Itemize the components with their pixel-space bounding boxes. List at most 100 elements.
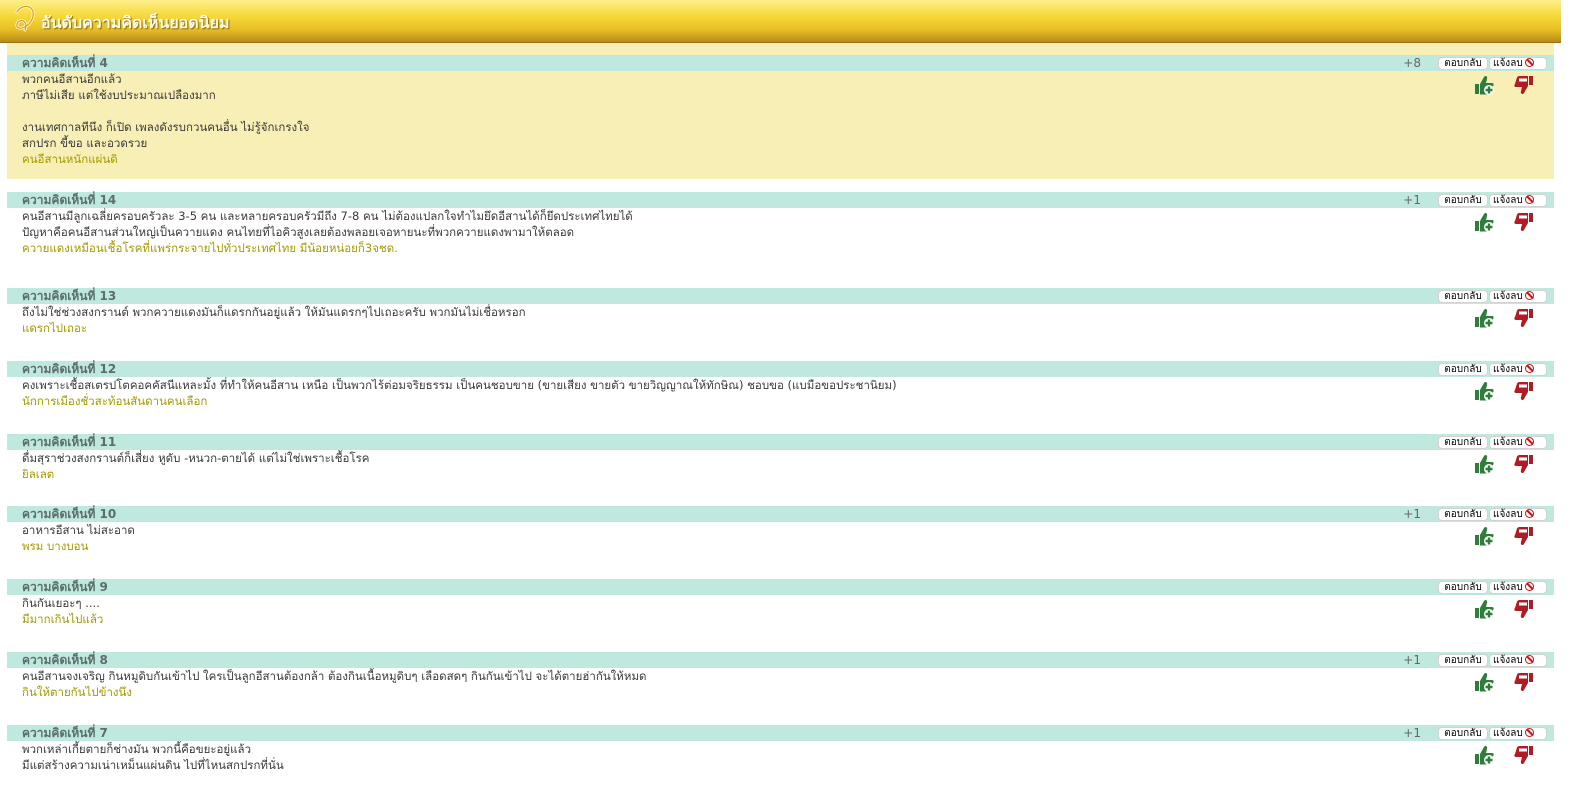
comment-number: ความคิดเห็นที่ 12 xyxy=(22,362,117,376)
comment-header-bar: ความคิดเห็นที่ 4 +8 ตอบกลับ แจ้งลบ xyxy=(7,55,1554,71)
comment-score: +1 xyxy=(1403,653,1421,667)
report-button[interactable]: แจ้งลบ xyxy=(1489,581,1547,594)
thumbs-up-plus-icon[interactable] xyxy=(1473,380,1495,402)
report-button[interactable]: แจ้งลบ xyxy=(1489,363,1547,376)
comment-body: คงเพราะเชื้อสเตรปโตคอคคัสนีแหละมั้ง ที่ท… xyxy=(22,377,1444,409)
comment-header-bar: ความคิดเห็นที่ 11 ตอบกลับ แจ้งลบ xyxy=(7,434,1554,450)
report-button[interactable]: แจ้งลบ xyxy=(1489,727,1547,740)
comment-text-line xyxy=(22,103,1444,119)
page-header: อันดับความคิดเห็นยอดนิยม xyxy=(0,0,1561,43)
comment-score: +1 xyxy=(1403,193,1421,207)
comment-author: แดรกไปเถอะ xyxy=(22,321,88,335)
reply-button[interactable]: ตอบกลับ xyxy=(1438,654,1488,667)
comment-author: กินให้ตายกันไปข้างนึง xyxy=(22,685,133,699)
comment-author: คนอีสานหนักแผ่นดิ xyxy=(22,152,118,166)
report-button[interactable]: แจ้งลบ xyxy=(1489,436,1547,449)
comment-header-bar: ความคิดเห็นที่ 10 +1 ตอบกลับ แจ้งลบ xyxy=(7,506,1554,522)
comment-item: ความคิดเห็นที่ 8 +1 ตอบกลับ แจ้งลบคนอีสานจง… xyxy=(7,637,1554,710)
thumbs-down-minus-icon[interactable] xyxy=(1513,453,1535,475)
reply-button[interactable]: ตอบกลับ xyxy=(1438,57,1488,70)
comment-header-bar: ความคิดเห็นที่ 9 ตอบกลับ แจ้งลบ xyxy=(7,579,1554,595)
prohibited-icon xyxy=(1524,728,1534,737)
report-label: แจ้งลบ xyxy=(1493,291,1523,302)
comment-body: อาหารอีสาน ไม่สะอาด พรม บางบอน xyxy=(22,522,1444,554)
reply-button[interactable]: ตอบกลับ xyxy=(1438,290,1488,303)
comment-author: นักการเมืองชั่วสะท้อนสันดานคนเลือก xyxy=(22,394,208,408)
thumbs-up-plus-icon[interactable] xyxy=(1473,211,1495,233)
comment-text-line: งานเทศกาลทีนึง ก็เปิด เพลงดังรบกวนคนอื่น… xyxy=(22,120,310,134)
thumbs-up-plus-icon[interactable] xyxy=(1473,307,1495,329)
comment-author: ควายแดงเหมือนเชื้อโรคที่แพร่กระจายไปทั่ว… xyxy=(22,241,398,255)
comment-item: ความคิดเห็นที่ 10 +1 ตอบกลับ แจ้งลบ อาหารอีส… xyxy=(7,492,1554,565)
thumbs-up-plus-icon[interactable] xyxy=(1473,74,1495,96)
comment-body: ดื่มสุราช่วงสงกรานต์ก็เสี่ยง หูดับ -หนวก… xyxy=(22,450,1444,482)
report-label: แจ้งลบ xyxy=(1493,655,1523,666)
comment-text-line: มีแต่สร้างความเน่าเหม็นแผ่นดิน ไปที่ไหนส… xyxy=(22,758,284,772)
comment-text-line: คนอีสานจงเจริญ กินหมูดิบกันเข้าไป ใครเป็… xyxy=(22,669,647,683)
prohibited-icon xyxy=(1524,291,1534,300)
comment-item: ความคิดเห็นที่ 12 ตอบกลับ แจ้งลบคงเพราะเชื… xyxy=(7,347,1554,420)
thumbs-down-minus-icon[interactable] xyxy=(1513,380,1535,402)
report-button[interactable]: แจ้งลบ xyxy=(1489,654,1547,667)
thumbs-up-plus-icon[interactable] xyxy=(1473,744,1495,766)
prohibited-icon xyxy=(1524,437,1534,446)
comment-header-bar: ความคิดเห็นที่ 12 ตอบกลับ แจ้งลบ xyxy=(7,361,1554,377)
comment-header-bar: ความคิดเห็นที่ 13 ตอบกลับ แจ้งลบ xyxy=(7,288,1554,304)
thumbs-up-plus-icon[interactable] xyxy=(1473,525,1495,547)
prohibited-icon xyxy=(1524,58,1534,67)
thumbs-down-minus-icon[interactable] xyxy=(1513,525,1535,547)
comment-number: ความคิดเห็นที่ 13 xyxy=(22,289,117,303)
report-label: แจ้งลบ xyxy=(1493,195,1523,206)
comment-text-line: คนอีสานมีลูกเฉลี่ยครอบครัวละ 3-5 คน และห… xyxy=(22,209,633,223)
comment-number: ความคิดเห็นที่ 11 xyxy=(22,435,117,449)
comment-item: ความคิดเห็นที่ 4 +8 ตอบกลับ แจ้งลบ พวกคนอีสา… xyxy=(7,43,1554,179)
comment-number: ความคิดเห็นที่ 7 xyxy=(22,726,108,740)
reply-button[interactable]: ตอบกลับ xyxy=(1438,436,1488,449)
comment-item: ความคิดเห็นที่ 11 ตอบกลับ แจ้งลบดื่มสุราช่… xyxy=(7,420,1554,492)
thumbs-up-plus-icon[interactable] xyxy=(1473,598,1495,620)
reply-button[interactable]: ตอบกลับ xyxy=(1438,508,1488,521)
report-label: แจ้งลบ xyxy=(1493,364,1523,375)
comment-number: ความคิดเห็นที่ 9 xyxy=(22,580,108,594)
thumbs-up-plus-icon[interactable] xyxy=(1473,671,1495,693)
thumbs-down-minus-icon[interactable] xyxy=(1513,598,1535,620)
comment-item: ความคิดเห็นที่ 13 ตอบกลับ แจ้งลบถึงไม่ใช่ช… xyxy=(7,275,1554,347)
report-label: แจ้งลบ xyxy=(1493,437,1523,448)
prohibited-icon xyxy=(1524,509,1534,518)
report-button[interactable]: แจ้งลบ xyxy=(1489,508,1547,521)
thumbs-down-minus-icon[interactable] xyxy=(1513,671,1535,693)
comment-text-line: ปัญหาคือคนอีสานส่วนใหญ่เป็นควายแดง คนไทย… xyxy=(22,225,575,239)
comment-text-line: พวกเหล่าเกี้ยตายก็ช่างมัน พวกนี้คือขยะอย… xyxy=(22,742,252,756)
comment-header-bar: ความคิดเห็นที่ 14 +1 ตอบกลับ แจ้งลบ xyxy=(7,192,1554,208)
reply-button[interactable]: ตอบกลับ xyxy=(1438,363,1488,376)
thumbs-down-minus-icon[interactable] xyxy=(1513,307,1535,329)
thumbs-down-minus-icon[interactable] xyxy=(1513,211,1535,233)
comment-header-bar: ความคิดเห็นที่ 7 +1 ตอบกลับ แจ้งลบ xyxy=(7,725,1554,741)
comment-score: +1 xyxy=(1403,726,1421,740)
reply-button[interactable]: ตอบกลับ xyxy=(1438,581,1488,594)
comment-number: ความคิดเห็นที่ 8 xyxy=(22,653,108,667)
report-button[interactable]: แจ้งลบ xyxy=(1489,290,1547,303)
report-label: แจ้งลบ xyxy=(1493,582,1523,593)
page-title: อันดับความคิดเห็นยอดนิยม xyxy=(41,13,230,32)
comment-number: ความคิดเห็นที่ 10 xyxy=(22,507,117,521)
comment-item: ความคิดเห็นที่ 9 ตอบกลับ แจ้งลบ กินกันเยอะๆ… xyxy=(7,565,1554,637)
comment-text-line: ถึงไม่ใช่ช่วงสงกรานต์ พวกควายแดงมันก็แดร… xyxy=(22,305,526,319)
report-button[interactable]: แจ้งลบ xyxy=(1489,57,1547,70)
report-label: แจ้งลบ xyxy=(1493,58,1523,69)
comment-number: ความคิดเห็นที่ 14 xyxy=(22,193,117,207)
report-button[interactable]: แจ้งลบ xyxy=(1489,194,1547,207)
thumbs-down-minus-icon[interactable] xyxy=(1513,744,1535,766)
thumbs-up-plus-icon[interactable] xyxy=(1473,453,1495,475)
comment-author: มีมากเกินไปแล้ว xyxy=(22,612,104,626)
comment-text-line: อาหารอีสาน ไม่สะอาด xyxy=(22,523,135,537)
reply-button[interactable]: ตอบกลับ xyxy=(1438,727,1488,740)
comment-body: ถึงไม่ใช่ช่วงสงกรานต์ พวกควายแดงมันก็แดร… xyxy=(22,304,1444,336)
comment-body: คนอีสานมีลูกเฉลี่ยครอบครัวละ 3-5 คน และห… xyxy=(22,208,1444,256)
report-label: แจ้งลบ xyxy=(1493,509,1523,520)
comment-text-line: สกปรก ขี้ขอ และอวดรวย xyxy=(22,136,148,150)
reply-button[interactable]: ตอบกลับ xyxy=(1438,194,1488,207)
comment-body: พวกคนอีสานอีกแล้ว ภาษีไม่เสีย แต่ใช้งบประ… xyxy=(22,71,1444,167)
thumbs-down-minus-icon[interactable] xyxy=(1513,74,1535,96)
comment-text-line: ดื่มสุราช่วงสงกรานต์ก็เสี่ยง หูดับ -หนวก… xyxy=(22,451,370,465)
